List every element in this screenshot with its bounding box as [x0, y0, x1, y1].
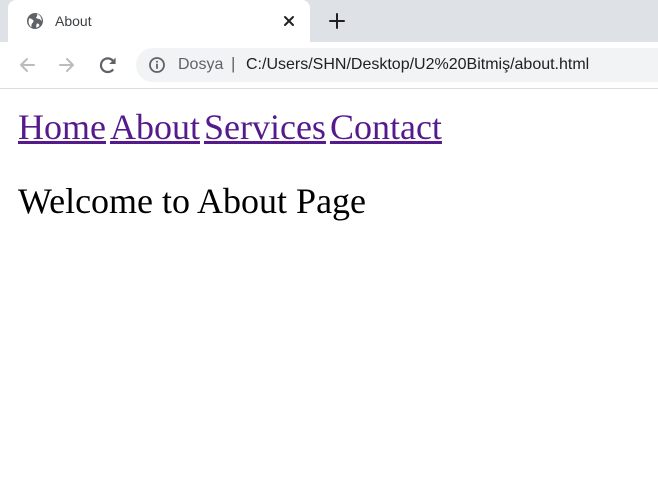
arrow-right-icon[interactable] [56, 54, 78, 76]
arrow-left-icon[interactable] [16, 54, 38, 76]
plus-icon[interactable] [327, 11, 347, 31]
close-icon[interactable] [280, 12, 298, 30]
tab-about[interactable]: About [8, 0, 310, 42]
page-heading: Welcome to About Page [18, 181, 367, 221]
globe-icon [27, 13, 43, 29]
nav-link-services[interactable]: Services [204, 107, 326, 147]
tab-title: About [55, 13, 92, 29]
nav-menu: Home About Services Contact [18, 107, 446, 147]
nav-link-about[interactable]: About [110, 107, 200, 147]
origin-label: Dosya [178, 56, 224, 73]
tab-strip: About [0, 0, 658, 42]
info-icon[interactable] [148, 56, 166, 74]
nav-link-contact[interactable]: Contact [330, 107, 442, 147]
nav-link-home[interactable]: Home [18, 107, 106, 147]
browser-toolbar: Dosya | C:/Users/SHN/Desktop/U2%20Bitmiş… [0, 42, 658, 89]
page-content: Home About Services Contact Welcome to Abou… [0, 89, 658, 477]
url-text[interactable]: C:/Users/SHN/Desktop/U2%20Bitmiş/about.h… [246, 56, 589, 74]
address-bar[interactable]: Dosya | C:/Users/SHN/Desktop/U2%20Bitmiş… [136, 48, 658, 82]
reload-icon[interactable] [97, 54, 119, 76]
origin-separator: | [231, 54, 236, 73]
